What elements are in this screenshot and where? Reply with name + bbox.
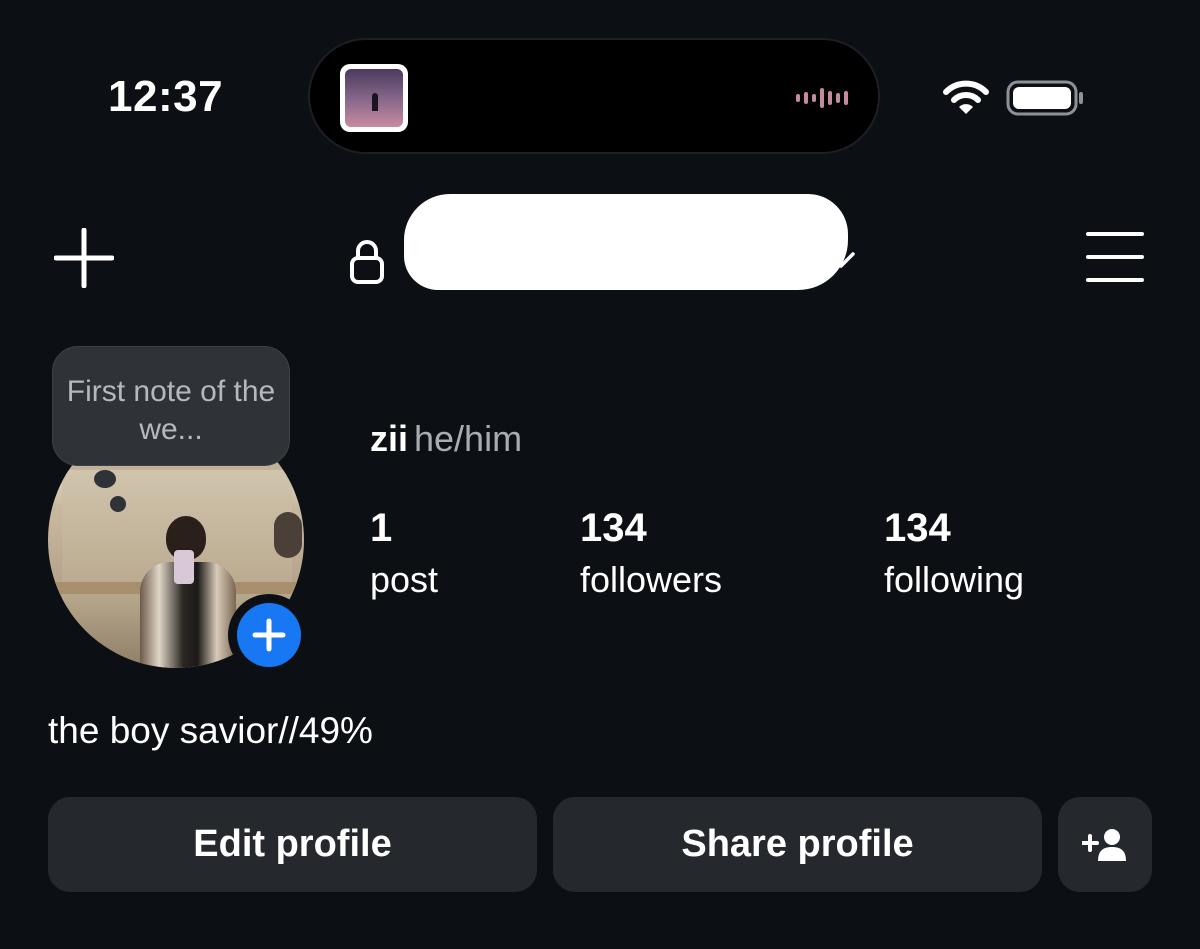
note-tail-dot	[94, 470, 116, 488]
stat-value: 1	[370, 506, 393, 550]
wifi-icon	[943, 80, 989, 114]
stat-value: 134	[580, 506, 647, 550]
plus-icon	[252, 618, 286, 652]
status-time: 12:37	[108, 72, 224, 121]
edit-profile-button[interactable]: Edit profile	[48, 797, 537, 892]
profile-screen: 12:37 First note of the we... zii he/him…	[0, 0, 1200, 949]
media-thumbnail-icon	[340, 64, 408, 132]
display-name: zii he/him	[370, 418, 522, 460]
bio: the boy savior//49%	[48, 710, 373, 751]
stat-label: followers	[580, 559, 723, 600]
stat-label: post	[370, 559, 439, 600]
note-text: First note of the we...	[66, 375, 276, 446]
note-tail-dot	[110, 496, 126, 512]
stat-label: following	[884, 559, 1025, 600]
stat-posts[interactable]: 1 post	[370, 504, 438, 608]
chevron-down-icon[interactable]	[826, 250, 856, 270]
lock-icon	[350, 240, 384, 284]
create-plus-icon[interactable]	[54, 228, 114, 288]
hamburger-menu-icon[interactable]	[1086, 232, 1148, 284]
note-bubble[interactable]: First note of the we...	[52, 346, 290, 466]
battery-icon	[1006, 80, 1083, 116]
pronouns: he/him	[414, 418, 523, 459]
dynamic-island[interactable]	[308, 38, 880, 154]
discover-people-button[interactable]	[1058, 797, 1152, 892]
share-profile-button[interactable]: Share profile	[553, 797, 1042, 892]
name-text: zii	[370, 418, 409, 459]
audio-waveform-icon	[796, 88, 848, 108]
stat-followers[interactable]: 134 followers	[580, 504, 722, 608]
stat-following[interactable]: 134 following	[884, 504, 1024, 608]
stat-value: 134	[884, 506, 951, 550]
username-switcher[interactable]	[404, 194, 848, 290]
add-person-icon	[1082, 828, 1126, 861]
add-story-button[interactable]	[228, 594, 310, 676]
